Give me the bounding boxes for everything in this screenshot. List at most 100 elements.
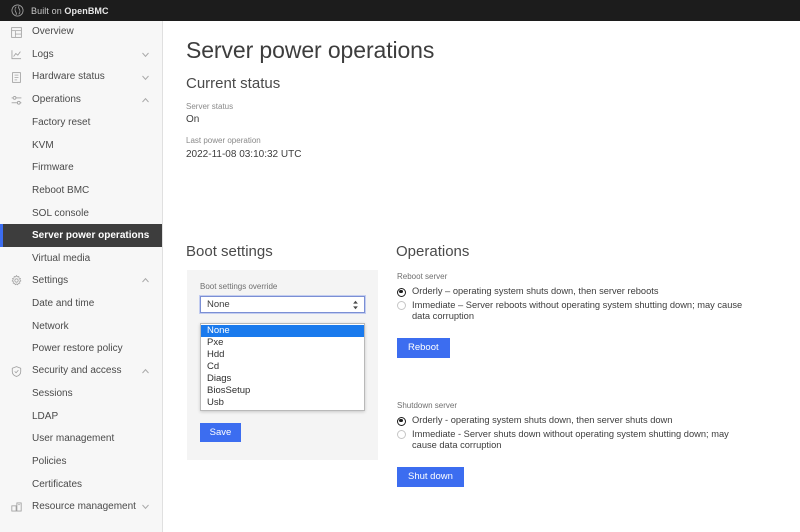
shut-down-button[interactable]: Shut down (397, 467, 464, 487)
sidebar-item-sessions[interactable]: Sessions (0, 383, 162, 406)
sidebar-item-virtual-media[interactable]: Virtual media (0, 247, 162, 270)
last-power-operation-value: 2022-11-08 03:10:32 UTC (186, 147, 301, 162)
sidebar-item-label: Sessions (32, 388, 73, 399)
reboot-option-orderly[interactable]: Orderly – operating system shuts down, t… (397, 286, 748, 298)
sidebar-item-kvm[interactable]: KVM (0, 134, 162, 157)
shutdown-option-immediate[interactable]: Immediate - Server shuts down without op… (397, 429, 748, 452)
current-status-heading-wrap: Current status (186, 75, 280, 92)
boot-settings-override-label: Boot settings override (200, 282, 365, 291)
dropdown-option-usb[interactable]: Usb (201, 397, 364, 409)
sidebar-item-overview[interactable]: Overview (0, 21, 162, 44)
reboot-option-immediate-label: Immediate – Server reboots without opera… (412, 300, 748, 323)
boot-settings-heading-wrap: Boot settings (186, 243, 273, 260)
status-spacer (186, 127, 301, 136)
reboot-server-section: Reboot server Orderly – operating system… (397, 272, 748, 358)
sidebar-item-sol-console[interactable]: SOL console (0, 202, 162, 225)
operations-heading: Operations (396, 243, 469, 260)
sidebar-item-label: User management (32, 433, 114, 444)
current-status-block: Server status On Last power operation 20… (186, 102, 301, 162)
last-power-operation-label: Last power operation (186, 136, 301, 146)
dropdown-option-none[interactable]: None (201, 325, 364, 337)
sidebar-item-label: Firmware (32, 162, 74, 173)
shutdown-option-orderly-label: Orderly - operating system shuts down, t… (412, 415, 672, 427)
radio-selected-icon[interactable] (397, 417, 406, 426)
app-title-brand: OpenBMC (64, 6, 108, 16)
shutdown-option-immediate-label: Immediate - Server shuts down without op… (412, 429, 748, 452)
sidebar-item-policies[interactable]: Policies (0, 450, 162, 473)
boot-settings-override-dropdown[interactable]: None Pxe Hdd Cd Diags BiosSetup Usb (200, 323, 365, 411)
sidebar-item-label: SOL console (32, 208, 89, 219)
sidebar-item-hardware-status[interactable]: Hardware status (0, 66, 162, 89)
reboot-option-immediate[interactable]: Immediate – Server reboots without opera… (397, 300, 748, 323)
sidebar-item-label: Network (32, 321, 69, 332)
boot-settings-override-selected-value: None (207, 299, 230, 310)
sidebar-item-label: Overview (32, 27, 162, 37)
sidebar-item-firmware[interactable]: Firmware (0, 157, 162, 180)
sidebar-item-label: Server power operations (32, 230, 149, 241)
dropdown-option-pxe[interactable]: Pxe (201, 337, 364, 349)
openbmc-swirl-logo-icon (11, 4, 24, 17)
boot-settings-heading: Boot settings (186, 243, 273, 260)
dropdown-option-cd[interactable]: Cd (201, 361, 364, 373)
sidebar-item-label: LDAP (32, 411, 58, 422)
radio-unselected-icon[interactable] (397, 301, 406, 310)
current-status-heading: Current status (186, 75, 280, 92)
reboot-option-orderly-label: Orderly – operating system shuts down, t… (412, 286, 659, 298)
sidebar-item-label: Virtual media (32, 253, 90, 264)
app-title: Built on OpenBMC (31, 6, 109, 16)
sidebar-item-label: Settings (32, 276, 141, 286)
sidebar-item-ldap[interactable]: LDAP (0, 405, 162, 428)
sidebar-item-operations[interactable]: Operations (0, 89, 162, 112)
shield-icon (10, 365, 23, 378)
shutdown-server-section: Shutdown server Orderly - operating syst… (397, 401, 748, 487)
sidebar-item-settings[interactable]: Settings (0, 270, 162, 293)
sidebar-item-factory-reset[interactable]: Factory reset (0, 111, 162, 134)
chevron-up-icon (141, 367, 150, 376)
sidebar-item-label: Power restore policy (32, 343, 123, 354)
sidebar-item-security-and-access[interactable]: Security and access (0, 360, 162, 383)
boot-settings-panel: Boot settings override None None Pxe Hdd… (187, 270, 378, 460)
sidebar-item-label: Reboot BMC (32, 185, 89, 196)
server-status-label: Server status (186, 102, 301, 112)
server-blocks-icon (10, 500, 23, 513)
save-button[interactable]: Save (200, 423, 241, 442)
sidebar-item-logs[interactable]: Logs (0, 44, 162, 67)
dropdown-option-hdd[interactable]: Hdd (201, 349, 364, 361)
sidebar-item-label: Logs (32, 50, 141, 60)
radio-selected-icon[interactable] (397, 288, 406, 297)
sidebar-item-date-and-time[interactable]: Date and time (0, 292, 162, 315)
chevron-down-icon (141, 73, 150, 82)
page-title: Server power operations (186, 37, 434, 64)
boot-settings-override-select[interactable]: None (200, 296, 365, 313)
chevron-down-icon (141, 502, 150, 511)
sliders-icon (10, 94, 23, 107)
sidebar-navigation: Overview Logs Hardware status (0, 21, 163, 532)
select-stepper-arrows-icon (352, 299, 359, 310)
sidebar-item-certificates[interactable]: Certificates (0, 473, 162, 496)
chevron-down-icon (141, 50, 150, 59)
sidebar-item-reboot-bmc[interactable]: Reboot BMC (0, 179, 162, 202)
openbmc-webui: Built on OpenBMC Overview Logs (0, 0, 800, 532)
sidebar-item-server-power-operations[interactable]: Server power operations (0, 224, 162, 247)
sidebar-item-label: Resource management (32, 502, 141, 512)
sidebar-item-power-restore-policy[interactable]: Power restore policy (0, 337, 162, 360)
reboot-button[interactable]: Reboot (397, 338, 450, 358)
radio-unselected-icon[interactable] (397, 430, 406, 439)
shutdown-option-orderly[interactable]: Orderly - operating system shuts down, t… (397, 415, 748, 427)
sidebar-item-resource-management[interactable]: Resource management (0, 495, 162, 518)
dropdown-option-biossetup[interactable]: BiosSetup (201, 385, 364, 397)
main-content: Server power operations Current status S… (164, 21, 800, 532)
sidebar-item-label: Operations (32, 95, 141, 105)
server-status-value: On (186, 112, 301, 127)
shutdown-server-label: Shutdown server (397, 401, 748, 410)
document-list-icon (10, 71, 23, 84)
top-app-bar: Built on OpenBMC (0, 0, 800, 21)
sidebar-item-network[interactable]: Network (0, 315, 162, 338)
sidebar-item-user-management[interactable]: User management (0, 428, 162, 451)
boot-settings-panel-inner: Boot settings override None (187, 270, 378, 313)
chart-log-icon (10, 48, 23, 61)
sidebar-item-label: Security and access (32, 366, 141, 376)
sidebar-item-label: Date and time (32, 298, 94, 309)
gear-icon (10, 274, 23, 287)
dropdown-option-diags[interactable]: Diags (201, 373, 364, 385)
